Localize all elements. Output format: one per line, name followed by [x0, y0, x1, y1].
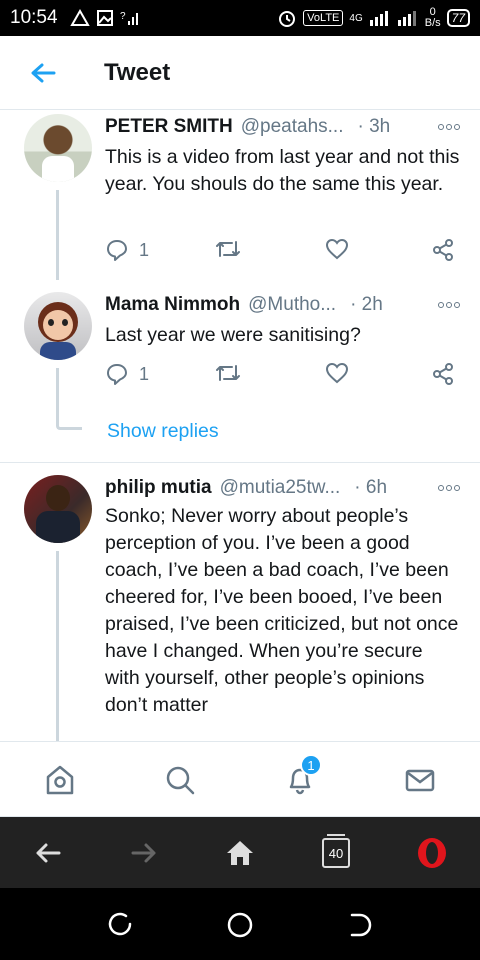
like-button[interactable]: [325, 238, 349, 260]
retweet-button[interactable]: [215, 238, 241, 260]
network-gen: 4G: [349, 12, 363, 24]
reply-icon: [107, 240, 127, 261]
status-bar: 10:54 ? VoLTE 4G 0 B/s 77: [0, 0, 480, 36]
browser-back-button[interactable]: [28, 833, 68, 873]
opera-logo-icon: [418, 838, 446, 868]
tweet-text: Sonko; Never worry about people’s percep…: [105, 505, 459, 716]
author-handle[interactable]: @peatahs...: [241, 116, 344, 138]
reply-count: 1: [139, 363, 150, 384]
home-icon: [227, 841, 253, 865]
home-button[interactable]: [226, 911, 254, 939]
browser-toolbar: 40: [0, 817, 480, 888]
heart-icon: [325, 238, 349, 260]
retweet-icon: [216, 365, 240, 381]
status-time: 10:54: [10, 7, 58, 28]
tweet-item[interactable]: PETER SMITH @peatahs... · 3h This is a v…: [0, 110, 480, 280]
author-handle[interactable]: @Mutho...: [248, 294, 336, 316]
signal-strength-2-icon: [397, 11, 416, 26]
arrow-left-icon: [36, 843, 61, 863]
reply-button[interactable]: 1: [105, 362, 149, 386]
heart-icon: [325, 362, 349, 384]
thread-line: [56, 368, 59, 408]
opera-menu-button[interactable]: [412, 833, 452, 873]
page-title: Tweet: [104, 58, 171, 86]
tabs-icon: 40: [322, 834, 350, 868]
arrow-right-icon: [131, 843, 156, 863]
notification-badge: 1: [300, 754, 322, 776]
tweet-header-row: PETER SMITH @peatahs... · 3h: [105, 116, 460, 138]
nav-home[interactable]: [40, 760, 80, 800]
browser-forward-button[interactable]: [124, 833, 164, 873]
svg-text:?: ?: [120, 11, 126, 22]
circle-home-icon: [227, 912, 253, 938]
back-button[interactable]: [0, 36, 86, 110]
avatar[interactable]: [24, 292, 92, 360]
home-icon: [46, 765, 74, 795]
tweet-text: Last year we were sanitising?: [105, 324, 361, 346]
tweet-feed[interactable]: PETER SMITH @peatahs... · 3h This is a v…: [0, 110, 480, 741]
tweet-item[interactable]: Mama Nimmoh @Mutho... · 2h Last year we …: [0, 280, 480, 460]
retweet-button[interactable]: [215, 362, 241, 384]
more-options-icon[interactable]: [438, 302, 460, 308]
arrow-left-icon: [31, 63, 56, 82]
author-handle[interactable]: @mutia25tw...: [220, 477, 341, 499]
recent-apps-icon: [108, 912, 132, 936]
nav-messages[interactable]: [400, 760, 440, 800]
back-nav-button[interactable]: [346, 911, 374, 939]
tweet-text: This is a video from last year and not t…: [105, 146, 460, 195]
avatar[interactable]: [24, 114, 92, 182]
avatar[interactable]: [24, 475, 92, 543]
author-name[interactable]: philip mutia: [105, 477, 212, 499]
status-system-icons: VoLTE 4G 0 B/s 77: [277, 7, 470, 29]
alarm-icon: [279, 11, 296, 27]
data-speed: 0 B/s: [425, 7, 441, 29]
search-icon: [166, 766, 195, 795]
tweet-header-row: Mama Nimmoh @Mutho... · 2h: [105, 294, 460, 316]
reply-icon: [107, 364, 127, 385]
volte-badge: VoLTE: [303, 10, 344, 26]
like-button[interactable]: [325, 362, 349, 384]
status-notification-icons: ?: [69, 9, 140, 27]
nav-search[interactable]: [160, 760, 200, 800]
data-unit: B/s: [424, 17, 441, 29]
tweet-header: Tweet: [0, 36, 480, 110]
battery-indicator: 77: [446, 9, 470, 27]
tweet-time: · 6h: [354, 477, 388, 498]
show-replies-link[interactable]: Show replies: [107, 420, 219, 443]
thread-line: [56, 551, 59, 741]
share-button[interactable]: [431, 238, 455, 262]
messages-icon: [405, 769, 435, 792]
recent-apps-button[interactable]: [106, 911, 134, 939]
warning-icon: [69, 9, 90, 26]
thread-line: [56, 190, 59, 280]
tweet-time: · 2h: [350, 294, 383, 315]
back-nav-icon: [350, 913, 372, 937]
thread-connector: [56, 408, 82, 430]
more-options-icon[interactable]: [438, 124, 460, 130]
tweet-time: · 3h: [357, 116, 391, 137]
author-name[interactable]: PETER SMITH: [105, 116, 233, 138]
retweet-icon: [216, 241, 240, 257]
reply-count: 1: [139, 239, 150, 260]
signal-strength-icon: [369, 11, 388, 26]
share-icon: [433, 239, 453, 261]
share-icon: [433, 363, 453, 385]
image-icon: [96, 10, 113, 26]
signal-question-icon: ?: [120, 11, 138, 25]
author-name[interactable]: Mama Nimmoh: [105, 294, 240, 316]
browser-tabs-button[interactable]: 40: [316, 833, 356, 873]
reply-button[interactable]: 1: [105, 238, 149, 262]
tweet-item[interactable]: philip mutia @mutia25tw... · 6h Sonko; N…: [0, 463, 480, 741]
more-options-icon[interactable]: [438, 485, 460, 491]
share-button[interactable]: [431, 362, 455, 386]
system-navigation: [0, 888, 480, 960]
tweet-actions: 1: [105, 362, 465, 392]
tweet-header-row: philip mutia @mutia25tw... · 6h: [105, 477, 460, 499]
browser-home-button[interactable]: [220, 833, 260, 873]
tweet-actions: 1: [105, 238, 465, 268]
tab-count: 40: [328, 845, 344, 861]
bottom-navigation: 1: [0, 741, 480, 817]
